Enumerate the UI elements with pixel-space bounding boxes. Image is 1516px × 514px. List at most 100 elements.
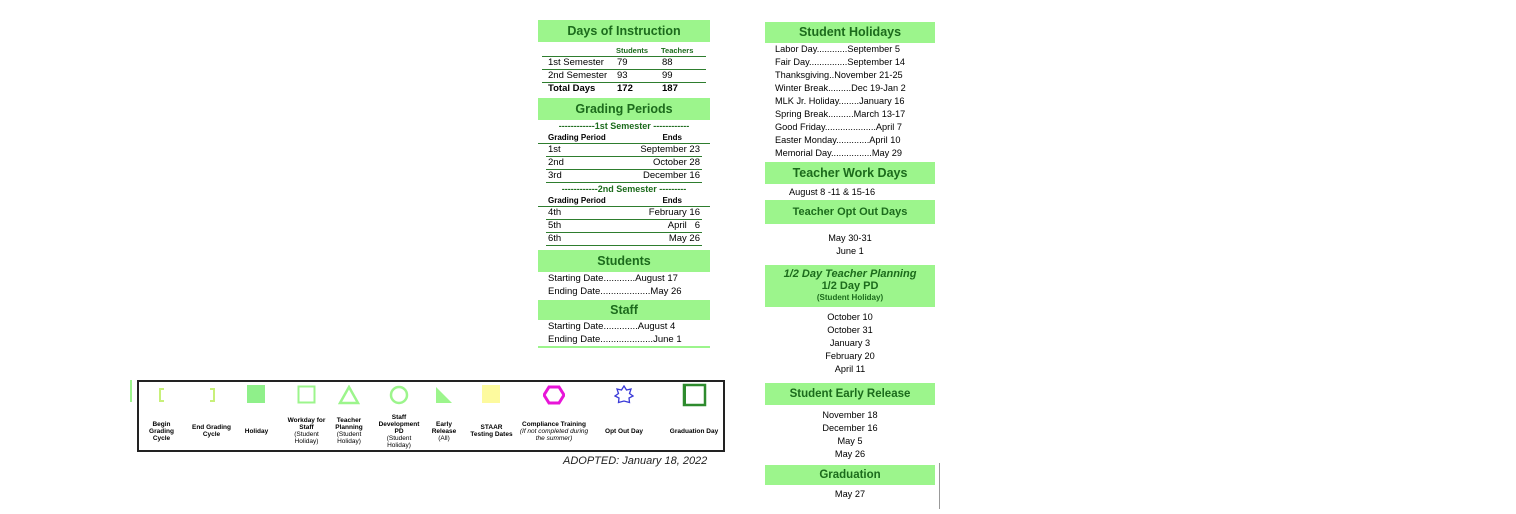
- period: 6th: [548, 233, 562, 244]
- legend-item: End Grading Cycle: [189, 382, 234, 450]
- grading-row: 1st September 23: [546, 144, 702, 157]
- legend-item: Staff Development PD (Student Holiday): [374, 382, 424, 450]
- grading-row: 5th April 6: [546, 220, 702, 233]
- teachers-value: 88: [662, 57, 673, 68]
- period: 4th: [548, 207, 562, 218]
- list-item: November 18: [822, 410, 878, 420]
- ends-date: October 28: [653, 157, 700, 168]
- teacher-work-days-header: Teacher Work Days: [765, 162, 935, 184]
- legend-label: Teacher Planning: [335, 417, 363, 431]
- row-label: 2nd Semester: [548, 70, 608, 81]
- legend-note: (If not completed during the summer): [519, 427, 589, 442]
- list-item: May 30-31: [828, 233, 872, 243]
- graduation-date: May 27: [834, 489, 866, 499]
- legend-label: Graduation Day: [669, 427, 719, 435]
- legend-label: Opt Out Day: [605, 427, 643, 435]
- period-col: Grading Period: [548, 133, 606, 142]
- list-item: December 16: [822, 423, 878, 433]
- list-item: May 26: [834, 449, 866, 459]
- ends-date: May 26: [668, 233, 700, 244]
- period: 1st: [548, 144, 561, 155]
- legend-note: (All): [438, 434, 450, 442]
- legend-item: Teacher Planning (Student Holiday): [329, 382, 369, 450]
- ends-date: December 16: [642, 170, 700, 181]
- ends-col: Ends: [662, 196, 682, 205]
- star-icon: [594, 382, 654, 408]
- right-column: Student Holidays Labor Day............Se…: [765, 22, 935, 501]
- legend-item: Early Release (All): [424, 382, 464, 450]
- grading-periods-header: Grading Periods: [538, 98, 710, 120]
- legend-label: Staff Development PD: [378, 413, 420, 435]
- triangle-icon: [329, 382, 369, 408]
- list-item: MLK Jr. Holiday........January 16: [775, 96, 905, 106]
- outline-square-icon: [284, 382, 329, 408]
- list-item: Memorial Day................May 29: [775, 148, 902, 158]
- yellow-square-icon: [469, 382, 514, 408]
- list-item: April 11: [834, 364, 866, 374]
- half-day-header: 1/2 Day Teacher Planning 1/2 Day PD (Stu…: [765, 265, 935, 307]
- legend-item: Begin Grading Cycle: [144, 382, 179, 450]
- list-item: Fair Day...............September 14: [775, 57, 906, 67]
- grading-row: 6th May 26: [546, 233, 702, 246]
- list-item: Winter Break.........Dec 19-Jan 2: [775, 83, 906, 93]
- students-header: Students: [538, 250, 710, 272]
- period-col: Grading Period: [548, 196, 606, 205]
- staff-header: Staff: [538, 300, 710, 320]
- end-bracket-icon: [189, 382, 234, 408]
- grading-row: 2nd October 28: [546, 157, 702, 170]
- teachers-col: Teachers: [661, 46, 694, 55]
- right-triangle-icon: [424, 382, 464, 408]
- period: 2nd: [548, 157, 564, 168]
- legend-item: Compliance Training (If not completed dur…: [519, 382, 589, 450]
- legend-label: Workday for Staff: [287, 417, 326, 431]
- instruction-row: 2nd Semester 93 99: [542, 70, 706, 83]
- legend-item: Holiday: [239, 382, 274, 450]
- list-item: Easter Monday.............April 10: [775, 135, 901, 145]
- students-value: 172: [617, 83, 633, 94]
- staff-start: Starting Date.............August 4: [548, 321, 676, 332]
- legend-item: Opt Out Day: [594, 382, 654, 450]
- legend: Begin Grading Cycle End Grading Cycle Holi…: [137, 380, 725, 452]
- teachers-value: 99: [662, 70, 673, 81]
- graduation-square-icon: [659, 382, 729, 408]
- list-item: February 20: [825, 351, 875, 361]
- list-item: May 5: [837, 436, 863, 446]
- list-item: June 1: [836, 246, 864, 256]
- ends-col: Ends: [662, 133, 682, 142]
- students-col: Students: [616, 46, 649, 55]
- ends-date: September 23: [640, 144, 700, 155]
- sem1-label: ------------1st Semester ------------: [558, 121, 690, 131]
- list-item: October 10: [827, 312, 873, 322]
- ends-date: February 16: [648, 207, 700, 218]
- teachers-value: 187: [662, 83, 678, 94]
- grading-row: 4th February 16: [546, 207, 702, 220]
- begin-bracket-icon: [144, 382, 179, 408]
- period: 3rd: [548, 170, 562, 181]
- legend-label: Holiday: [244, 427, 269, 435]
- legend-item: Workday for Staff (Student Holiday): [284, 382, 329, 450]
- opt-out-header: Teacher Opt Out Days: [765, 200, 935, 224]
- early-release-header: Student Early Release: [765, 383, 935, 405]
- sem2-label: ------------2nd Semester ---------: [561, 184, 687, 194]
- grading-row: 3rd December 16: [546, 170, 702, 183]
- adopted-date: ADOPTED: January 18, 2022: [563, 455, 708, 467]
- legend-item: STAAR Testing Dates: [469, 382, 514, 450]
- students-end: Ending Date...................May 26: [548, 286, 682, 297]
- half-day-title: 1/2 Day Teacher Planning: [783, 268, 917, 280]
- legend-note: (Student Holiday): [336, 431, 362, 445]
- hexagon-icon: [519, 382, 589, 408]
- legend-label: STAAR Testing Dates: [470, 424, 513, 438]
- row-label: Total Days: [548, 83, 596, 94]
- days-of-instruction-header: Days of Instruction: [538, 20, 710, 42]
- students-start: Starting Date............August 17: [548, 273, 678, 284]
- staff-end: Ending Date....................June 1: [538, 333, 710, 348]
- list-item: Spring Break..........March 13-17: [775, 109, 906, 119]
- list-item: January 3: [829, 338, 871, 348]
- graduation-header: Graduation: [765, 465, 935, 485]
- students-value: 93: [617, 70, 628, 81]
- work-days: August 8 -11 & 15-16: [789, 187, 876, 197]
- list-item: Good Friday....................April 7: [775, 122, 902, 132]
- students-value: 79: [617, 57, 628, 68]
- left-column: Days of Instruction Students Teachers 1st…: [538, 20, 710, 348]
- instruction-row: Total Days 172 187: [542, 83, 706, 95]
